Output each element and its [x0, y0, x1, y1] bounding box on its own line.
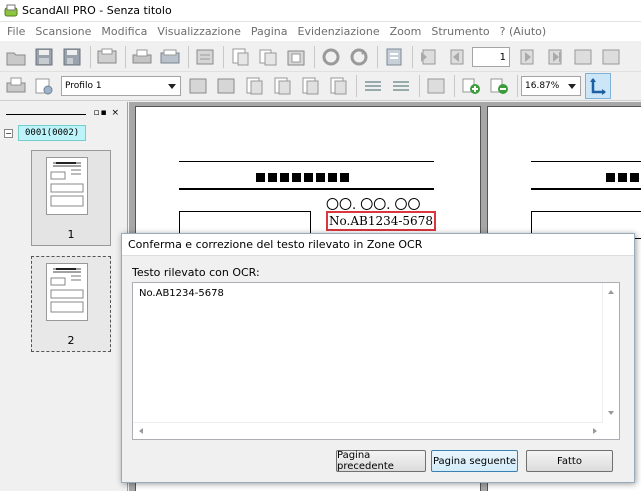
window-title: ScandAll PRO - Senza titolo	[22, 4, 172, 17]
thumbnail-image	[46, 157, 88, 215]
scan-icon[interactable]	[157, 44, 183, 70]
scroll-up-icon[interactable]	[608, 290, 614, 294]
last-page-icon[interactable]	[542, 44, 568, 70]
copy-icon[interactable]	[255, 44, 281, 70]
secondary-toolbar: Profilo 1 16.87%	[0, 72, 641, 101]
ocr-text-area[interactable]: No.AB1234-5678	[132, 282, 620, 440]
scan-to-profile-icon[interactable]	[3, 73, 29, 99]
toolbar-separator	[356, 75, 357, 97]
cut-icon[interactable]	[227, 44, 253, 70]
toolbar-separator	[377, 46, 378, 68]
scanner-settings-icon[interactable]	[94, 44, 120, 70]
ocr-text-label: Testo rilevato con OCR:	[132, 266, 260, 279]
save-icon[interactable]	[31, 44, 57, 70]
first-page-icon[interactable]	[416, 44, 442, 70]
scroll-down-icon[interactable]	[608, 411, 614, 415]
menu-modifica[interactable]: Modifica	[96, 25, 152, 38]
menu-pagina[interactable]: Pagina	[246, 25, 293, 38]
zoom-select[interactable]: 16.87%	[521, 76, 581, 96]
insert-page-icon[interactable]	[241, 73, 267, 99]
header-rule	[179, 161, 434, 162]
page-view-icon[interactable]	[570, 44, 596, 70]
paste-icon[interactable]	[283, 44, 309, 70]
ocr-confirm-dialog: Conferma e correzione del testo rilevato…	[121, 233, 635, 483]
previous-page-button[interactable]: Pagina precedente	[336, 450, 426, 472]
chevron-down-icon	[168, 84, 176, 89]
profile-select[interactable]: Profilo 1	[61, 76, 181, 96]
ocr-zone-icon[interactable]	[423, 73, 449, 99]
menu-zoom[interactable]: Zoom	[385, 25, 427, 38]
batch-tree-node[interactable]: − 0001(0002)	[4, 124, 124, 142]
page-thumbnail-selected[interactable]: 2	[31, 256, 111, 352]
toolbar-separator	[125, 46, 126, 68]
toolbar-separator	[454, 75, 455, 97]
menu-bar: File Scansione Modifica Visualizzazione …	[0, 22, 641, 41]
dialog-title: Conferma e correzione del testo rilevato…	[122, 234, 634, 256]
profile-select-value: Profilo 1	[65, 81, 102, 91]
header-title-blocks	[606, 173, 639, 182]
profile-settings-icon[interactable]	[31, 73, 57, 99]
zoom-in-icon[interactable]	[458, 73, 484, 99]
zoom-select-value: 16.87%	[525, 81, 560, 91]
next-page-button[interactable]: Pagina seguente	[431, 450, 518, 472]
toolbar-separator	[412, 46, 413, 68]
scroll-right-icon[interactable]	[593, 428, 597, 434]
toolbar-separator	[90, 46, 91, 68]
menu-strumento[interactable]: Strumento	[426, 25, 494, 38]
header-rule	[531, 161, 641, 162]
vertical-scrollbar[interactable]	[602, 283, 619, 422]
ocr-zone-box[interactable]: No.AB1234-5678	[326, 211, 436, 231]
rotate-left-icon[interactable]	[318, 44, 344, 70]
save-as-icon[interactable]	[59, 44, 85, 70]
ocr-text-value[interactable]: No.AB1234-5678	[139, 288, 224, 299]
scroll-left-icon[interactable]	[139, 428, 143, 434]
move-page-icon[interactable]	[325, 73, 351, 99]
rotate-right-icon[interactable]	[346, 44, 372, 70]
main-toolbar: 1	[0, 43, 641, 72]
header-rule	[531, 188, 641, 190]
done-button[interactable]: Fatto	[526, 450, 613, 472]
edit-profile-icon[interactable]	[213, 73, 239, 99]
horizontal-scrollbar[interactable]	[133, 422, 603, 439]
delete-page-icon[interactable]	[381, 44, 407, 70]
thumbnail-number: 2	[67, 334, 75, 347]
menu-file[interactable]: File	[2, 25, 30, 38]
chevron-down-icon	[568, 84, 576, 89]
collapse-icon[interactable]: −	[4, 128, 13, 138]
select-tool-icon[interactable]	[585, 73, 611, 99]
previous-page-icon[interactable]	[444, 44, 470, 70]
next-page-icon[interactable]	[514, 44, 540, 70]
thumbnail-image	[46, 263, 88, 321]
header-rule	[179, 188, 434, 190]
batch-scan-icon[interactable]	[192, 44, 218, 70]
menu-scansione[interactable]: Scansione	[30, 25, 96, 38]
toolbar-separator	[419, 75, 420, 97]
toolbar-separator	[517, 75, 518, 97]
app-icon	[4, 4, 18, 16]
toolbar-separator	[188, 46, 189, 68]
zoom-out-icon[interactable]	[486, 73, 512, 99]
append-page-icon[interactable]	[297, 73, 323, 99]
page-thumbnail[interactable]: 1	[31, 150, 111, 246]
merge-batch-icon[interactable]	[388, 73, 414, 99]
thumbnail-panel: ▫▪ × − 0001(0002) 1 2	[0, 102, 128, 491]
thumbnail-number: 1	[67, 228, 75, 241]
replace-page-icon[interactable]	[269, 73, 295, 99]
split-batch-icon[interactable]	[360, 73, 386, 99]
print-icon[interactable]	[129, 44, 155, 70]
page-number-field[interactable]: 1	[472, 47, 510, 67]
fit-page-icon[interactable]	[598, 44, 624, 70]
menu-aiuto[interactable]: ? (Aiuto)	[495, 25, 552, 38]
title-bar: ScandAll PRO - Senza titolo	[0, 0, 641, 22]
scan-settings-icon[interactable]	[185, 73, 211, 99]
panel-controls[interactable]: ▫▪ ×	[93, 108, 120, 118]
menu-evidenziazione[interactable]: Evidenziazione	[293, 25, 385, 38]
toolbar-separator	[223, 46, 224, 68]
menu-visualizzazione[interactable]: Visualizzazione	[152, 25, 245, 38]
batch-label[interactable]: 0001(0002)	[18, 125, 87, 141]
header-title-blocks	[256, 173, 349, 182]
panel-header: ▫▪ ×	[4, 108, 122, 122]
toolbar-separator	[314, 46, 315, 68]
open-folder-icon[interactable]	[3, 44, 29, 70]
